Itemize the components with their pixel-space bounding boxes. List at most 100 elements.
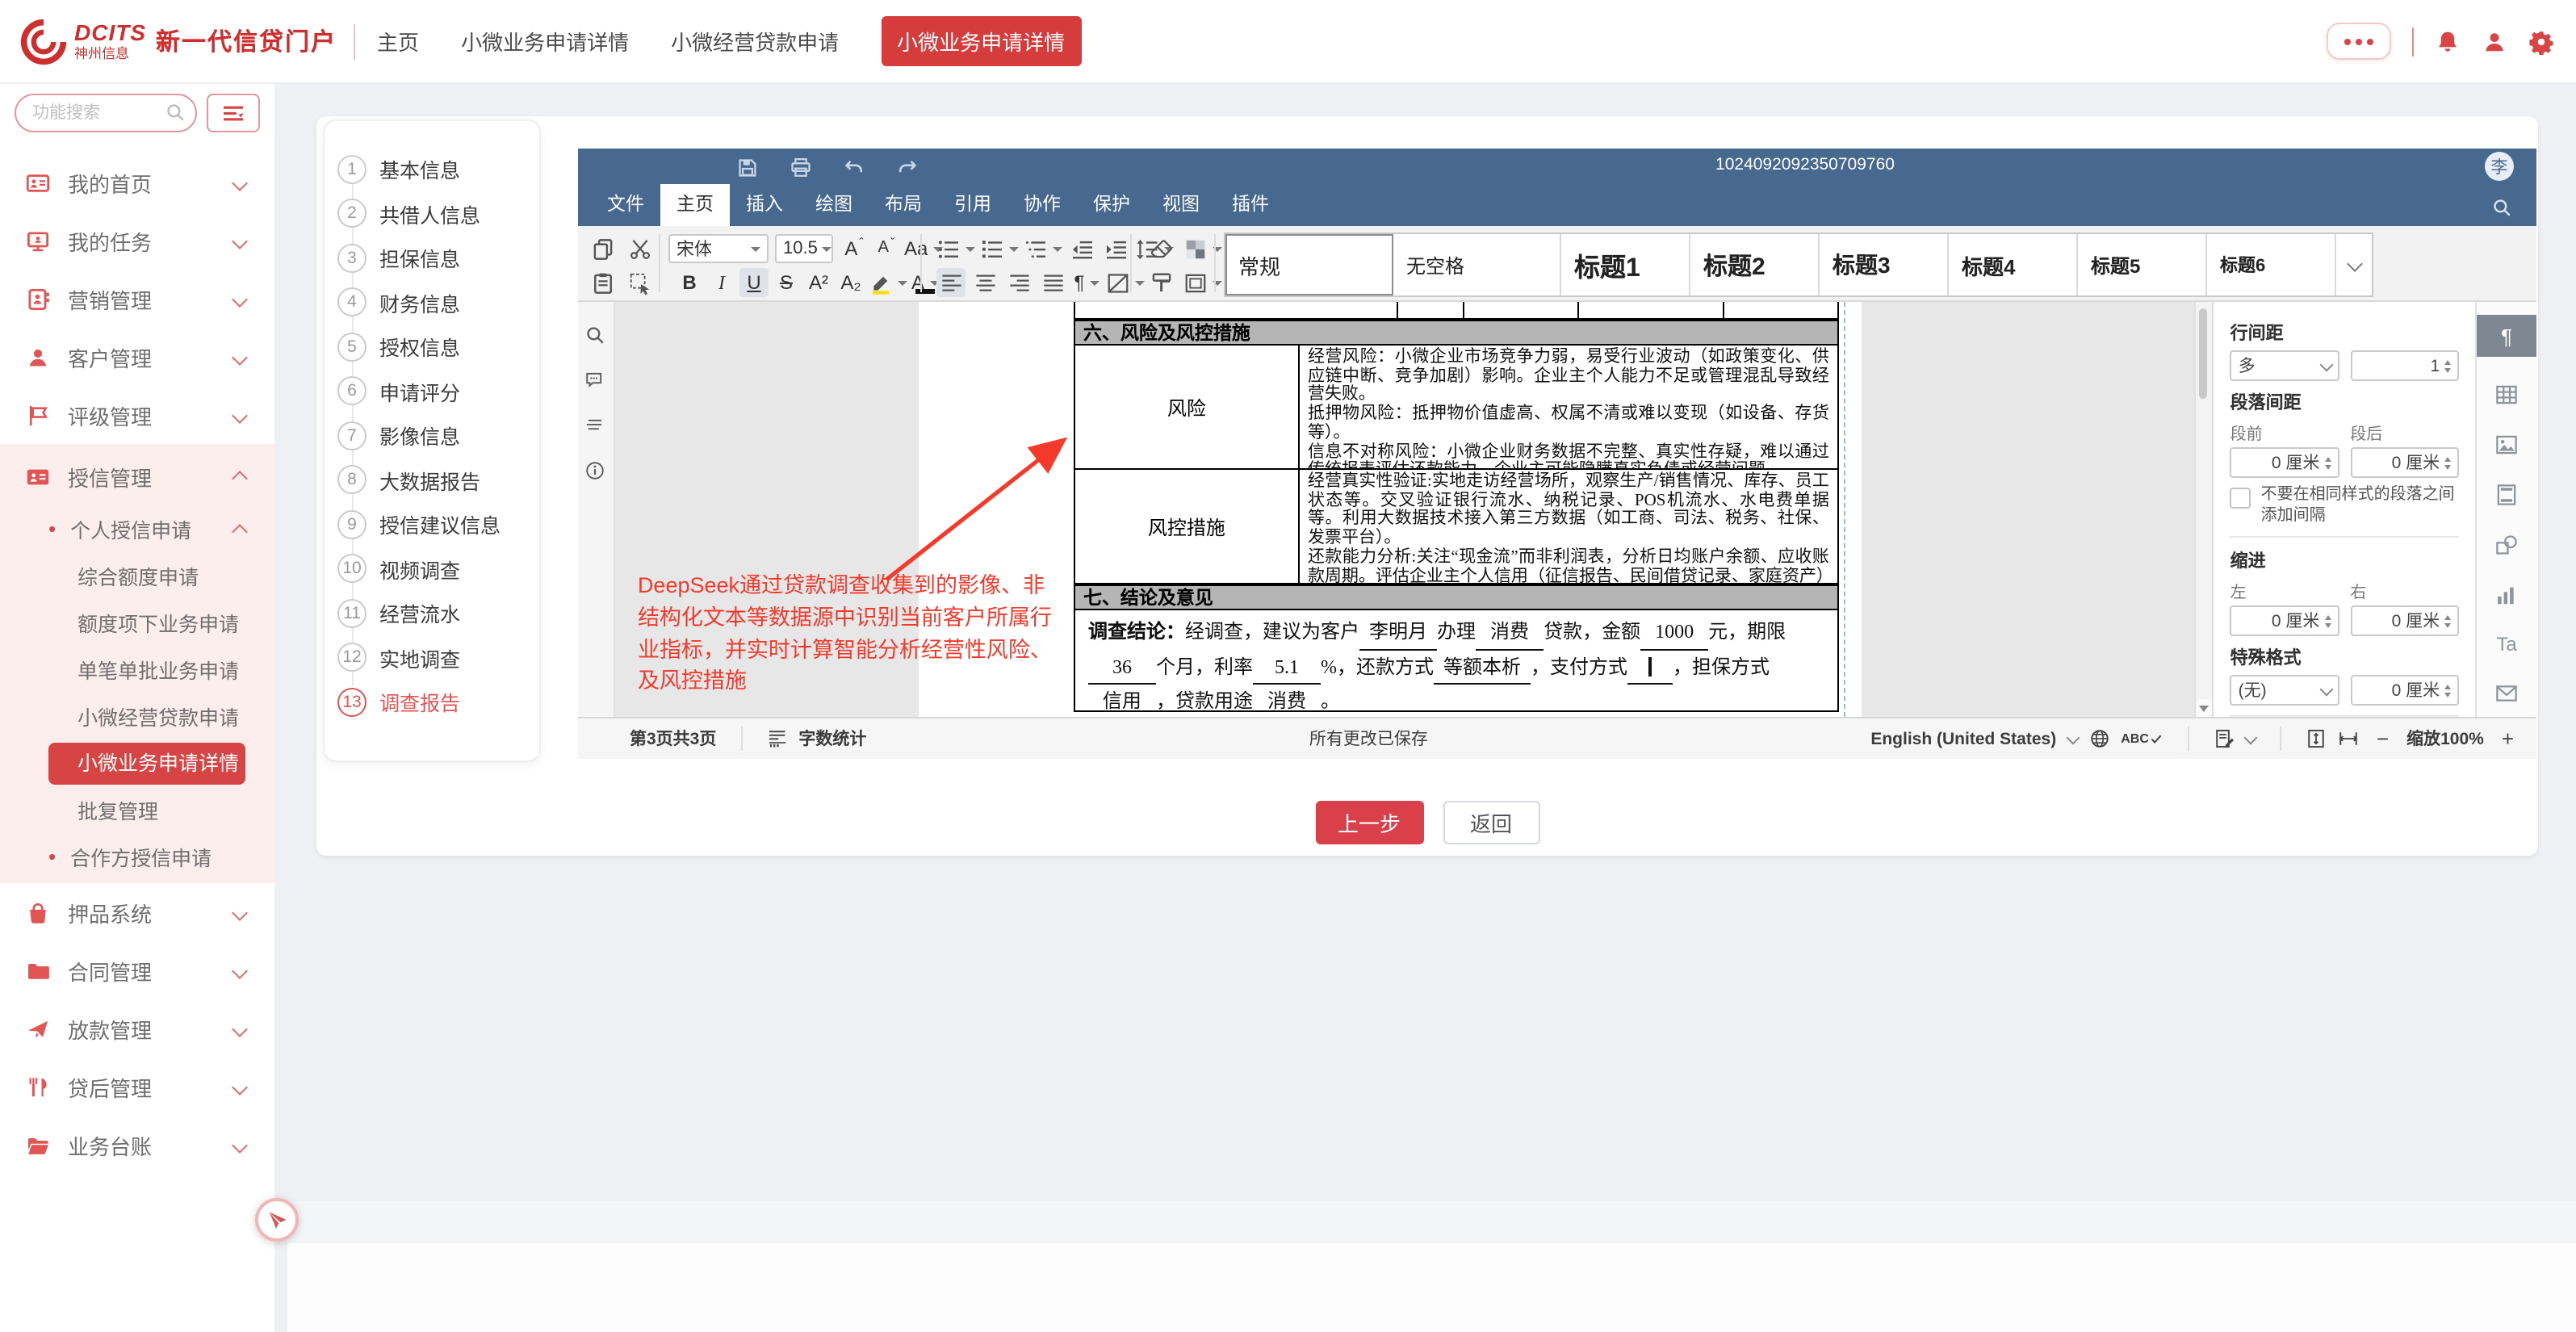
paste-button[interactable]: [588, 268, 617, 297]
word-count-icon[interactable]: [766, 728, 787, 749]
sidebar-item[interactable]: 我的任务: [0, 212, 274, 270]
style-preset[interactable]: 标题4: [1949, 234, 2078, 295]
comments-icon[interactable]: [585, 370, 606, 391]
shrink-font-button[interactable]: Aˇ: [872, 234, 901, 263]
undo-button[interactable]: [840, 153, 869, 182]
spacing-after-stepper[interactable]: 0 厘米: [2350, 447, 2459, 478]
style-preset[interactable]: 常规: [1225, 234, 1393, 295]
editor-menu-tab[interactable]: 插件: [1216, 184, 1285, 226]
mail-merge-tab-icon[interactable]: [2494, 681, 2519, 706]
sidebar-item[interactable]: 押品系统: [0, 883, 274, 941]
grow-font-button[interactable]: Aˆ: [840, 234, 869, 263]
previous-step-button[interactable]: 上一步: [1315, 801, 1423, 844]
conclusion-blank[interactable]: 1000: [1640, 615, 1708, 650]
editor-menu-tab[interactable]: 插入: [730, 184, 799, 226]
track-changes-icon[interactable]: [2214, 728, 2235, 749]
step-item[interactable]: 9授信建议信息: [325, 502, 539, 547]
sidebar-item[interactable]: 小微业务申请详情: [0, 739, 274, 786]
text-frame-button[interactable]: [1183, 268, 1222, 297]
editor-menu-tab[interactable]: 文件: [591, 184, 660, 226]
sidebar-item[interactable]: 合同管理: [0, 941, 274, 999]
conclusion-blank[interactable]: 等额本析: [1434, 650, 1531, 685]
back-button[interactable]: 返回: [1443, 801, 1539, 844]
sidebar-item[interactable]: 贷后管理: [0, 1058, 274, 1116]
info-icon[interactable]: [585, 460, 606, 481]
font-color-button[interactable]: A: [911, 268, 940, 297]
conclusion-blank[interactable]: 信用: [1088, 685, 1156, 712]
step-item[interactable]: 6申请评分: [325, 369, 539, 413]
sidebar-item[interactable]: 客户管理: [0, 328, 274, 386]
underline-button[interactable]: U: [739, 268, 769, 297]
menu-collapse-button[interactable]: [207, 94, 260, 132]
editor-menu-tab[interactable]: 引用: [938, 184, 1007, 226]
print-button[interactable]: [786, 153, 815, 182]
line-spacing-select[interactable]: 多: [2230, 350, 2339, 381]
styles-expand-button[interactable]: [2336, 234, 2372, 295]
settings-icon[interactable]: [2528, 28, 2554, 54]
word-count-label[interactable]: 字数统计: [798, 727, 866, 751]
image-tab-icon[interactable]: [2494, 433, 2519, 457]
special-format-stepper[interactable]: 0 厘米: [2350, 675, 2459, 706]
nav-tab[interactable]: 小微业务申请详情: [881, 16, 1081, 66]
sidebar-item[interactable]: 额度项下业务申请: [0, 599, 274, 646]
sidebar-item[interactable]: 授信管理: [0, 447, 274, 505]
sidebar-item[interactable]: 评级管理: [0, 386, 274, 444]
style-preset[interactable]: 标题6: [2207, 234, 2336, 295]
style-preset[interactable]: 标题5: [2078, 234, 2207, 295]
italic-button[interactable]: I: [707, 268, 736, 297]
cut-button[interactable]: [625, 234, 654, 263]
header-footer-tab-icon[interactable]: [2494, 483, 2519, 507]
editor-search-icon[interactable]: [2491, 197, 2512, 218]
multilevel-list-button[interactable]: [1024, 234, 1062, 263]
increase-indent-button[interactable]: [1101, 234, 1130, 263]
redo-button[interactable]: [893, 153, 922, 182]
paragraph-tab[interactable]: ¶: [2477, 315, 2536, 357]
style-preset[interactable]: 标题3: [1820, 234, 1949, 295]
step-item[interactable]: 12实地调查: [325, 635, 539, 680]
step-item[interactable]: 4财务信息: [325, 280, 539, 325]
eraser-button[interactable]: [1146, 234, 1175, 263]
strikethrough-button[interactable]: S: [772, 268, 801, 297]
sidebar-item[interactable]: •个人授信申请: [0, 505, 274, 552]
nav-tab[interactable]: 主页: [377, 26, 419, 57]
more-button[interactable]: [2327, 23, 2391, 60]
conclusion-blank[interactable]: 李明月: [1359, 615, 1437, 650]
pilcrow-button[interactable]: ¶: [1072, 268, 1101, 297]
chart-tab-icon[interactable]: [2494, 583, 2519, 607]
zoom-out-button[interactable]: −: [2370, 727, 2395, 751]
spellcheck-button[interactable]: ABC: [2121, 731, 2163, 746]
conclusion-box[interactable]: 调查结论：经调查，建议为客户李明月办理消费贷款，金额1000元，期限36个月，利…: [1074, 610, 1839, 712]
spacing-before-stepper[interactable]: 0 厘米: [2230, 447, 2339, 478]
editor-menu-tab[interactable]: 布局: [869, 184, 938, 226]
format-painter-button[interactable]: [1146, 268, 1175, 297]
step-item[interactable]: 13调查报告: [325, 680, 539, 724]
subscript-button[interactable]: A₂: [836, 268, 865, 297]
step-item[interactable]: 5授权信息: [325, 325, 539, 369]
align-right-button[interactable]: [1004, 268, 1033, 297]
font-size-select[interactable]: 10.5: [775, 234, 833, 263]
language-selector[interactable]: English (United States): [1870, 729, 2056, 748]
nav-tab[interactable]: 小微业务申请详情: [461, 26, 629, 57]
editor-menu-tab[interactable]: 保护: [1077, 184, 1146, 226]
align-left-button[interactable]: [936, 268, 965, 297]
editor-menu-tab[interactable]: 协作: [1007, 184, 1077, 226]
step-item[interactable]: 2共借人信息: [325, 191, 539, 236]
step-item[interactable]: 3担保信息: [325, 236, 539, 280]
text-art-tab[interactable]: Ta: [2496, 633, 2516, 656]
step-item[interactable]: 1基本信息: [325, 147, 539, 191]
step-item[interactable]: 7影像信息: [325, 413, 539, 458]
shapes-tab-icon[interactable]: [2494, 533, 2519, 557]
zoom-in-button[interactable]: +: [2495, 727, 2520, 751]
special-format-select[interactable]: (无): [2230, 675, 2339, 706]
step-item[interactable]: 8大数据报告: [325, 458, 539, 502]
select-button[interactable]: [625, 268, 654, 297]
align-justify-button[interactable]: [1038, 268, 1067, 297]
globe-icon[interactable]: [2088, 728, 2109, 749]
fit-page-icon[interactable]: [2306, 728, 2327, 749]
style-preset[interactable]: 标题2: [1690, 234, 1820, 295]
decrease-indent-button[interactable]: [1067, 234, 1096, 263]
editor-menu-tab[interactable]: 主页: [660, 184, 730, 226]
conclusion-blank[interactable]: 36: [1088, 650, 1156, 685]
save-button[interactable]: [733, 153, 762, 182]
step-item[interactable]: 11经营流水: [325, 591, 539, 635]
